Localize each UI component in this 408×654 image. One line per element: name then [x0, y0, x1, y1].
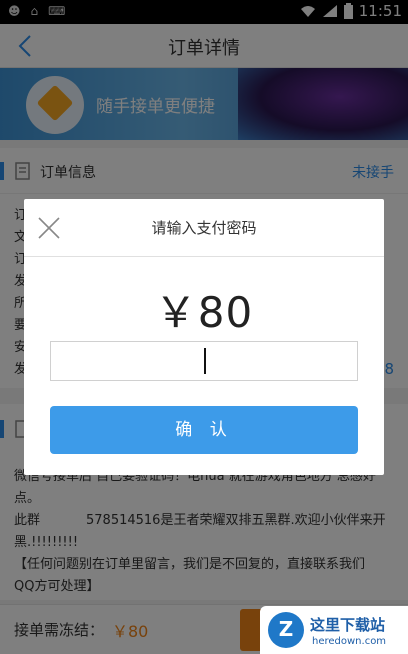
- payment-amount: ￥80: [154, 288, 254, 337]
- dialog-divider: [24, 256, 384, 257]
- text-cursor: [204, 348, 206, 374]
- watermark-logo: Z: [268, 612, 304, 648]
- site-watermark: Z 这里下载站 heredown.com: [260, 606, 408, 654]
- watermark-url: heredown.com: [312, 636, 387, 647]
- payment-password-dialog: 请输入支付密码 ￥80 确 认: [24, 199, 384, 475]
- dialog-title: 请输入支付密码: [151, 219, 257, 237]
- watermark-title: 这里下载站: [310, 616, 386, 634]
- confirm-button[interactable]: 确 认: [50, 406, 358, 454]
